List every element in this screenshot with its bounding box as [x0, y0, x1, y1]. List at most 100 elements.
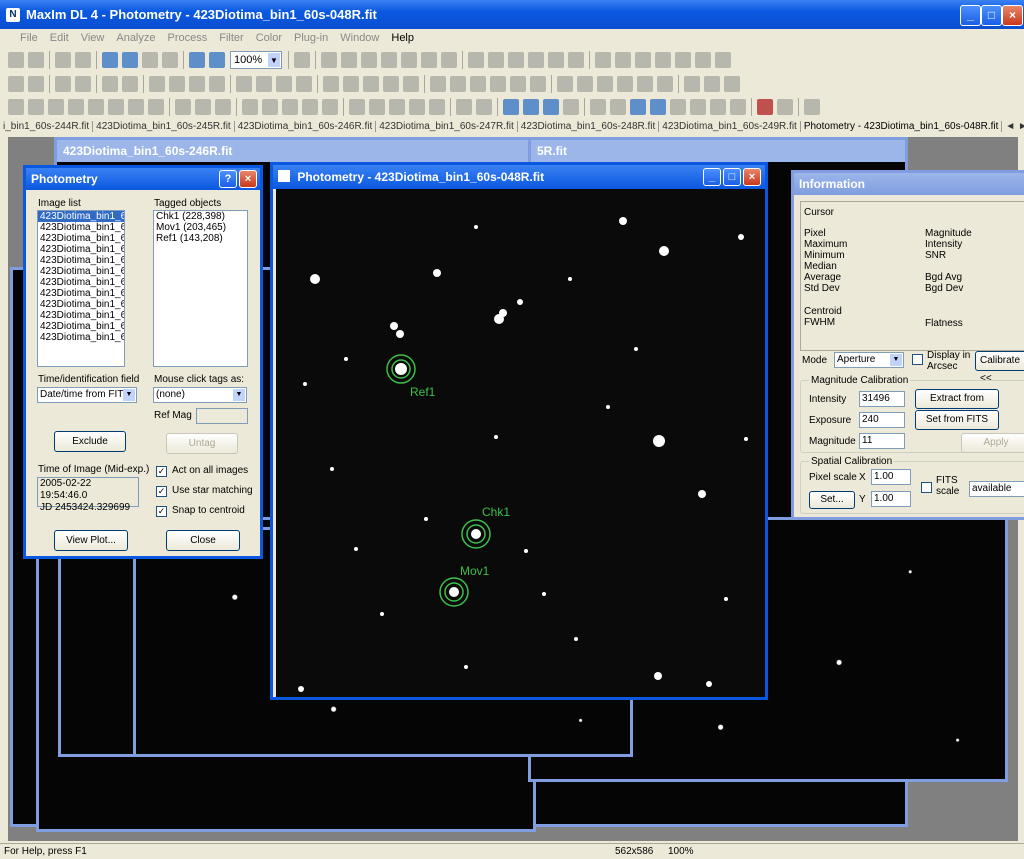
crop-icon[interactable] [162, 52, 178, 68]
tool-icon[interactable] [122, 76, 138, 92]
tool-icon[interactable] [595, 52, 611, 68]
tool-icon[interactable] [590, 99, 606, 115]
help-button[interactable]: ? [219, 170, 237, 188]
image-maximize-button[interactable]: □ [723, 168, 741, 186]
list-item[interactable]: Ref1 (143,208) [154, 233, 247, 244]
tool-icon[interactable] [262, 99, 278, 115]
tool-icon[interactable] [710, 99, 726, 115]
tool-icon[interactable] [757, 99, 773, 115]
tool-icon[interactable] [615, 52, 631, 68]
list-item[interactable]: Mov1 (203,465) [154, 222, 247, 233]
pan-icon[interactable] [142, 52, 158, 68]
list-item[interactable]: 423Diotima_bin1_6 [38, 233, 124, 244]
tool-icon[interactable] [715, 52, 731, 68]
tool-icon[interactable] [409, 99, 425, 115]
tool-icon[interactable] [48, 99, 64, 115]
display-arcsec-checkbox[interactable] [912, 354, 923, 365]
tool-icon[interactable] [557, 76, 573, 92]
tool-icon[interactable] [28, 99, 44, 115]
exposure-input[interactable]: 240 [859, 412, 905, 428]
set-scale-button[interactable]: Set... [809, 491, 855, 509]
exclude-button[interactable]: Exclude [54, 431, 126, 452]
tool-icon[interactable] [508, 52, 524, 68]
tool-icon[interactable] [215, 99, 231, 115]
tool-icon[interactable] [476, 99, 492, 115]
tool-icon[interactable] [401, 52, 417, 68]
tool-icon[interactable] [510, 76, 526, 92]
list-item[interactable]: Chk1 (228,398) [154, 211, 247, 222]
tool-icon[interactable] [610, 99, 626, 115]
tool-icon[interactable] [236, 76, 252, 92]
redo-icon[interactable] [75, 52, 91, 68]
menu-view[interactable]: View [81, 32, 105, 44]
maximize-button[interactable]: □ [981, 5, 1002, 26]
tool-icon[interactable] [242, 99, 258, 115]
tool-icon[interactable] [421, 52, 437, 68]
tool-icon[interactable] [28, 76, 44, 92]
tool-icon[interactable] [75, 76, 91, 92]
tool-icon[interactable] [383, 76, 399, 92]
list-item[interactable]: 423Diotima_bin1_6 [38, 255, 124, 266]
tool-icon[interactable] [490, 76, 506, 92]
minimize-button[interactable]: _ [960, 5, 981, 26]
menu-help[interactable]: Help [391, 32, 414, 44]
tool-icon[interactable] [637, 76, 653, 92]
ref-mag-field[interactable] [196, 408, 248, 424]
extract-from-image-button[interactable]: Extract from image [915, 389, 999, 422]
tool-icon[interactable] [468, 52, 484, 68]
tool-icon[interactable] [695, 52, 711, 68]
tool-icon[interactable] [777, 99, 793, 115]
tab-247[interactable]: 423Diotima_bin1_60s-247R.fit [376, 121, 518, 132]
tool-icon[interactable] [189, 76, 205, 92]
image-list[interactable]: 423Diotima_bin1_6 423Diotima_bin1_6 423D… [37, 210, 125, 367]
pixel-scale-y-input[interactable]: 1.00 [871, 491, 911, 507]
tab-248[interactable]: 423Diotima_bin1_60s-248R.fit [518, 121, 660, 132]
mode-select[interactable]: Aperture [834, 352, 904, 368]
tool-icon[interactable] [441, 52, 457, 68]
tool-icon[interactable] [169, 76, 185, 92]
zoom-in-icon[interactable] [523, 99, 539, 115]
list-item[interactable]: 423Diotima_bin1_6 [38, 310, 124, 321]
magnitude-input[interactable]: 11 [859, 433, 905, 449]
list-item[interactable]: 423Diotima_bin1_6 [38, 332, 124, 343]
tab-photometry[interactable]: Photometry - 423Diotima_bin1_60s-048R.fi… [801, 121, 1003, 132]
tab-244[interactable]: i_bin1_60s-244R.fit [0, 121, 94, 132]
tool-icon[interactable] [8, 76, 24, 92]
view-plot-button[interactable]: View Plot... [54, 530, 128, 551]
mouse-tags-select[interactable]: (none) [153, 387, 247, 403]
zoom-in-icon[interactable] [189, 52, 205, 68]
time-field-select[interactable]: Date/time from FIT [37, 387, 137, 403]
snap-checkbox[interactable]: ✓ [156, 506, 167, 517]
menu-plugin[interactable]: Plug-in [294, 32, 328, 44]
tool-icon[interactable] [389, 99, 405, 115]
tool-icon[interactable] [730, 99, 746, 115]
open-icon[interactable] [8, 52, 24, 68]
tool-icon[interactable] [149, 76, 165, 92]
tab-246[interactable]: 423Diotima_bin1_60s-246R.fit [235, 121, 377, 132]
tool-icon[interactable] [55, 76, 71, 92]
tool-icon[interactable] [597, 76, 613, 92]
tool-icon[interactable] [470, 76, 486, 92]
tool-icon[interactable] [102, 76, 118, 92]
tagged-objects-list[interactable]: Chk1 (228,398) Mov1 (203,465) Ref1 (143,… [153, 210, 248, 367]
tool-icon[interactable] [429, 99, 445, 115]
set-from-fits-button[interactable]: Set from FITS [915, 410, 999, 430]
list-item[interactable]: 423Diotima_bin1_6 [38, 222, 124, 233]
untag-button[interactable]: Untag [166, 433, 238, 454]
tool-icon[interactable] [704, 76, 720, 92]
image-icon[interactable] [102, 52, 118, 68]
tool-icon[interactable] [8, 99, 24, 115]
tool-icon[interactable] [209, 76, 225, 92]
list-item[interactable]: 423Diotima_bin1_6 [38, 321, 124, 332]
apply-button[interactable]: Apply [961, 433, 1024, 453]
tool-icon[interactable] [577, 76, 593, 92]
zoom-out-icon[interactable] [209, 52, 225, 68]
tool-icon[interactable] [68, 99, 84, 115]
tool-icon[interactable] [675, 52, 691, 68]
tool-icon[interactable] [670, 99, 686, 115]
tool-icon[interactable] [403, 76, 419, 92]
tool-icon[interactable] [321, 52, 337, 68]
tool-icon[interactable] [450, 76, 466, 92]
list-item[interactable]: 423Diotima_bin1_6 [38, 266, 124, 277]
tab-arrows[interactable]: ◄ ► [1002, 121, 1024, 132]
